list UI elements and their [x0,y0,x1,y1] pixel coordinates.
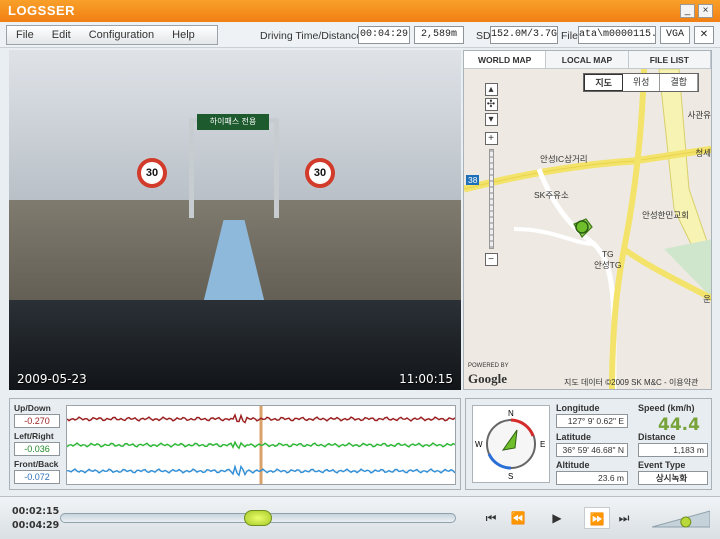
altitude-label: Altitude [556,460,590,470]
rewind-icon[interactable]: ⏪ [505,507,531,529]
event-value: 상시녹화 [638,471,708,485]
tab-local-map[interactable]: LOCAL MAP [546,51,629,68]
distance-value: 1,183 m [638,443,708,457]
playback-bar: 00:02:15 00:04:29 ⏮ ⏪ ▶ ⏩ ⏭ [0,496,720,539]
volume-slider[interactable] [651,509,711,529]
axis-leftright-value: -0.036 [14,442,60,456]
minimize-button[interactable]: _ [680,4,695,18]
pan-center-icon[interactable]: ✣ [484,98,498,111]
fast-forward-icon[interactable]: ⏩ [584,507,610,529]
latitude-label: Latitude [556,432,591,442]
latitude-value: 36° 59' 46.68" N [556,443,628,457]
toll-gantry [189,118,279,218]
compass-s: S [508,472,513,481]
event-label: Event Type [638,460,686,470]
title-bar: LOGSSER _ × [0,0,720,22]
file-path: ata\m0000115.sse [578,26,656,44]
route-shield: 38 [466,175,480,185]
google-logo[interactable]: Google [468,371,507,387]
menu-bar: File Edit Configuration Help Driving Tim… [0,22,720,48]
video-time: 11:00:15 [399,372,453,386]
main-menu: File Edit Configuration Help [6,25,218,45]
app-logo: LOGSSER [8,3,76,18]
seek-bar[interactable] [60,510,456,526]
distance-label: Distance [638,432,676,442]
axis-leftright-label: Left/Right [14,431,54,441]
zoom-in-button[interactable]: + [484,132,498,145]
video-date: 2009-05-23 [17,372,87,386]
axis-updown-label: Up/Down [14,403,51,413]
map-copyright[interactable]: 지도 데이터 ©2009 SK M&C - 이용약관 [564,377,698,388]
seek-thumb[interactable] [244,510,272,526]
altitude-value: 23.6 m [556,471,628,485]
menu-configuration[interactable]: Configuration [80,29,163,41]
skip-start-icon[interactable]: ⏮ [478,507,504,529]
tab-file-list[interactable]: FILE LIST [629,51,711,68]
map-panel: WORLD MAP LOCAL MAP FILE LIST 지도 위성 결합 ▴… [463,50,712,390]
compass-n: N [508,409,514,418]
sd-label: SD [476,30,491,42]
map-tabs: WORLD MAP LOCAL MAP FILE LIST [464,51,711,69]
map-type-switcher: 지도 위성 결합 [583,73,699,92]
map-label-side1: 사관유 [687,110,711,120]
pan-up-icon[interactable]: ▴ [484,83,498,96]
speed-sign-right: 30 [305,158,335,188]
compass-e: E [540,440,545,449]
menu-file[interactable]: File [7,29,43,41]
map-label-ic: 안성IC삼거리 [540,154,588,164]
longitude-value: 127° 9' 0.62" E [556,414,628,428]
map-type-hybrid[interactable]: 결합 [660,74,698,91]
driving-distance: 2,589m [414,26,464,44]
map-roads [464,69,711,389]
driving-label: Driving Time/Distance [260,30,363,42]
gsensor-panel: Up/Down -0.270 Left/Right -0.036 Front/B… [9,398,461,490]
axis-updown-value: -0.270 [14,414,60,428]
map-zoom-control: ▴ ✣ ▾ + − [482,83,500,268]
file-label: File [561,30,578,42]
map-view[interactable]: 지도 위성 결합 ▴ ✣ ▾ + − 안성IC삼거리 SK주유소 안성한민교회 … [464,69,711,389]
speed-sign-left: 30 [137,158,167,188]
pan-down-icon[interactable]: ▾ [484,113,498,126]
menu-help[interactable]: Help [163,29,204,41]
video-player[interactable]: 하이패스 전용 30 30 2009-05-23 11:00:15 [9,50,461,390]
current-time: 00:02:15 [12,506,60,517]
map-label-side3: 운 [703,294,711,304]
sd-capacity: 152.0M/3.7G [490,26,558,44]
compass: N E S W [472,405,550,483]
close-button[interactable]: × [698,4,713,18]
powered-by: POWERED BY [468,363,509,369]
longitude-label: Longitude [556,403,600,413]
total-time: 00:04:29 [12,520,60,531]
zoom-slider[interactable] [488,149,494,249]
map-type-satellite[interactable]: 위성 [623,74,661,91]
volume-knob[interactable] [680,516,692,528]
driving-time: 00:04:29 [358,26,410,44]
menu-edit[interactable]: Edit [43,29,80,41]
tab-world-map[interactable]: WORLD MAP [464,51,547,68]
gantry-sign: 하이패스 전용 [197,114,269,130]
zoom-out-button[interactable]: − [484,253,498,266]
resolution-badge: VGA [660,26,690,44]
map-label-side2: 청세 [695,148,711,158]
volume-wedge [651,510,711,528]
axis-frontback-label: Front/Back [14,459,59,469]
skip-end-icon[interactable]: ⏭ [611,507,637,529]
tools-icon[interactable]: ✕ [694,26,714,44]
gps-info-panel: N E S W Longitude 127° 9' 0.62" E Latitu… [465,398,712,490]
map-label-tg: TG 안성TG [594,249,622,270]
compass-w: W [475,440,483,449]
speed-label: Speed (km/h) [638,403,695,413]
map-label-church: 안성한민교회 [642,210,689,220]
gsensor-chart [66,406,456,484]
map-label-gas: SK주유소 [534,190,569,200]
compass-dial: N E S W [475,409,545,481]
axis-frontback-value: -0.072 [14,470,60,484]
gsensor-graph[interactable] [66,405,456,485]
play-icon[interactable]: ▶ [544,507,570,529]
map-type-map[interactable]: 지도 [584,74,623,91]
